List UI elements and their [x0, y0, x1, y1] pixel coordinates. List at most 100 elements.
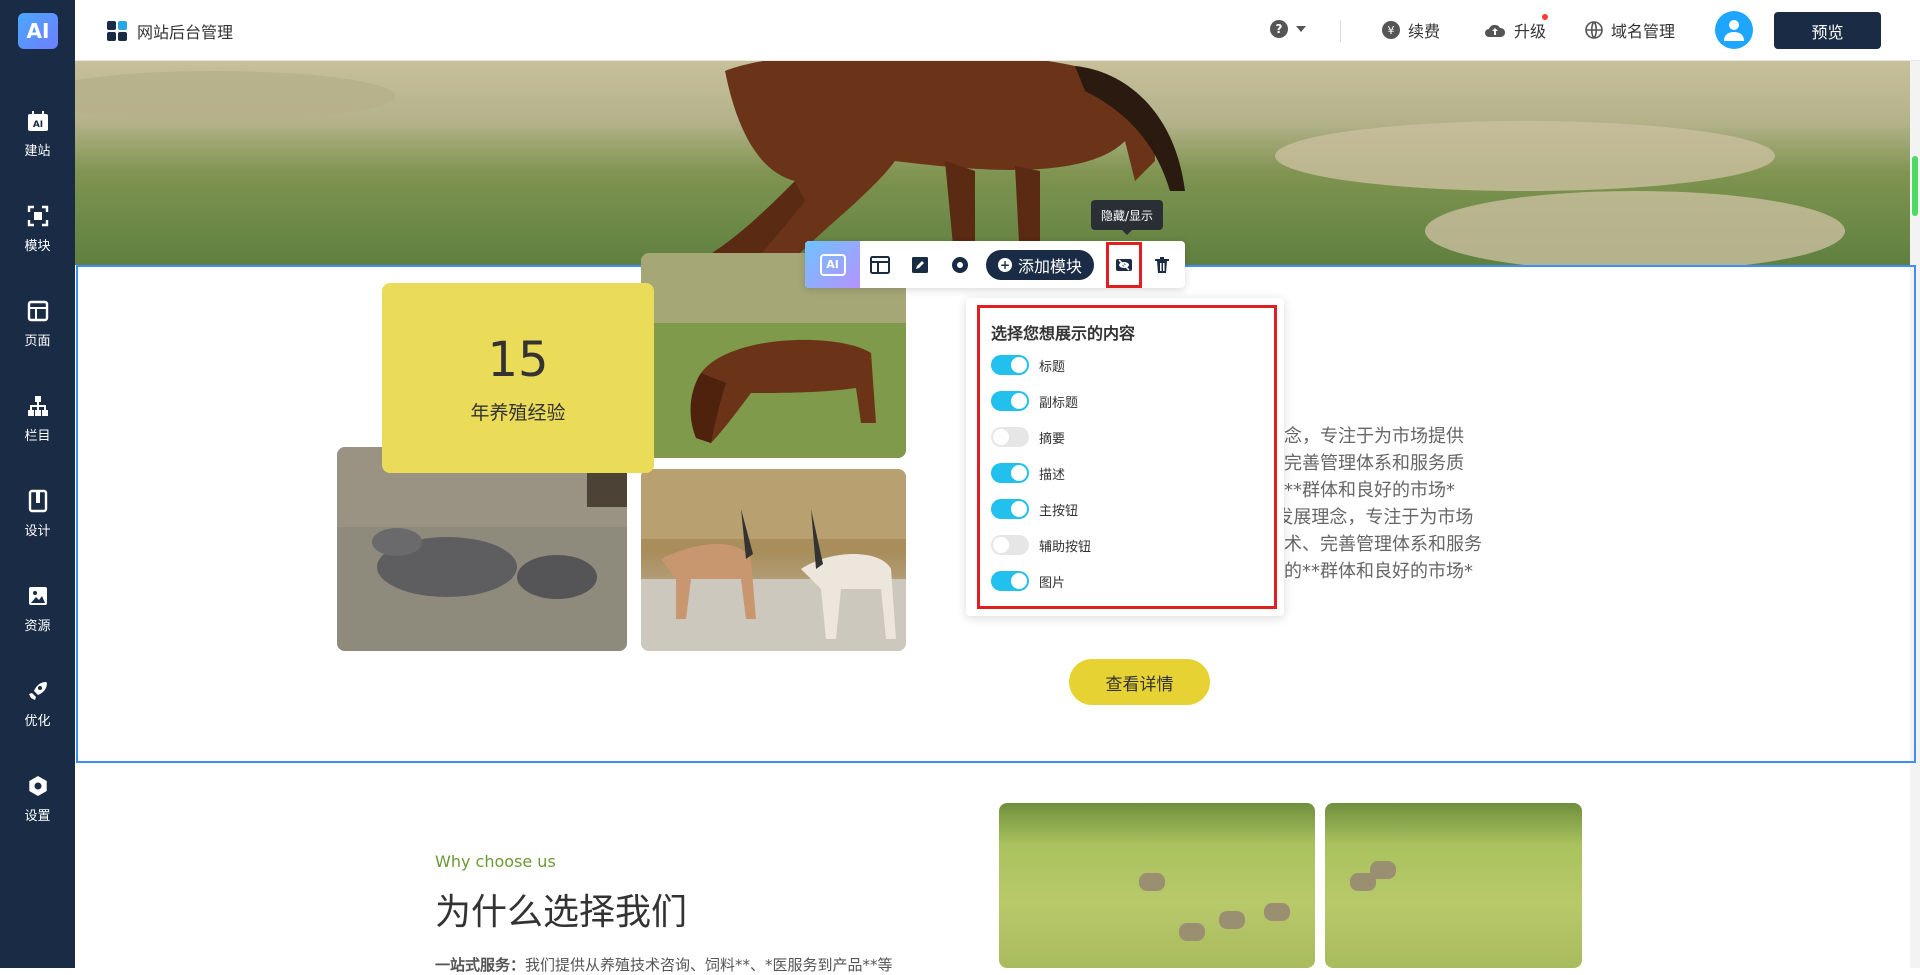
sidebar-item-resource[interactable]: 资源 [0, 573, 75, 643]
option-description: 描述 [991, 463, 1065, 483]
field-photo-2[interactable] [1325, 803, 1582, 968]
option-title: 标题 [991, 355, 1065, 375]
module-toolbar: AI + 添加模块 [805, 241, 1185, 288]
add-module-button[interactable]: + 添加模块 [986, 249, 1095, 280]
sidebar-item-column[interactable]: 栏目 [0, 383, 75, 453]
plus-icon: + [998, 257, 1012, 272]
option-summary: 摘要 [991, 427, 1065, 447]
app-title: 网站后台管理 [137, 23, 234, 42]
upgrade-label: 升级 [1514, 22, 1547, 41]
view-details-button[interactable]: 查看详情 [1069, 659, 1210, 705]
user-icon [1724, 20, 1744, 41]
ai-icon: AI [819, 253, 846, 276]
ai-site-icon: AI [25, 108, 51, 134]
popover-title: 选择您想展示的内容 [991, 324, 1136, 343]
horse-graphic [703, 61, 1185, 265]
notification-dot [1542, 14, 1548, 20]
cloud-upload-icon [1485, 24, 1506, 37]
module-icon [25, 203, 51, 229]
layout-button[interactable] [860, 241, 900, 288]
domain-button[interactable]: 域名管理 [1585, 18, 1675, 42]
domain-label: 域名管理 [1611, 22, 1676, 41]
sidebar-item-label: 页面 [24, 333, 51, 349]
avatar[interactable] [1715, 11, 1753, 49]
option-label: 辅助按钮 [1039, 539, 1092, 555]
edit-icon [912, 256, 928, 273]
option-label: 描述 [1039, 467, 1066, 483]
divider [1340, 20, 1341, 42]
app-logo[interactable]: AI [18, 13, 58, 49]
sidebar-item-page[interactable]: 页面 [0, 288, 75, 358]
sidebar-item-optimize[interactable]: 优化 [0, 668, 75, 738]
design-icon [25, 488, 51, 514]
renew-label: 续费 [1408, 22, 1441, 41]
edit-button[interactable] [900, 241, 940, 288]
eye-off-icon [1116, 258, 1133, 271]
option-primary-button: 主按钮 [991, 499, 1078, 519]
why-subtitle: Why choose us [435, 852, 556, 871]
sidebar-item-design[interactable]: 设计 [0, 478, 75, 548]
option-label: 标题 [1039, 359, 1066, 375]
antelope-photo[interactable] [641, 469, 906, 651]
layout-icon [870, 255, 890, 274]
toggle-switch[interactable] [991, 427, 1029, 447]
sidebar-item-label: 栏目 [24, 428, 51, 444]
page-icon [25, 298, 51, 324]
dashboard-icon [107, 21, 127, 41]
sidebar-item-label: 资源 [24, 618, 51, 634]
resource-icon [25, 583, 51, 609]
donkey-photo[interactable] [337, 447, 627, 651]
hero-image [75, 61, 1920, 265]
option-subtitle: 副标题 [991, 391, 1078, 411]
why-description: 一站式服务：我们提供从养殖技术咨询、饲料**、*医服务到产品**等 [435, 954, 893, 975]
sidebar: AI AI 建站 模块 页面 栏目 设计 资源 优化 设置 [0, 0, 75, 968]
option-label: 摘要 [1039, 431, 1066, 447]
toggle-switch[interactable] [991, 499, 1029, 519]
palette-icon [952, 256, 968, 273]
delete-button[interactable] [1142, 241, 1182, 288]
preview-button[interactable]: 预览 [1774, 12, 1881, 49]
hide-show-button[interactable] [1106, 241, 1143, 288]
why-desc-text: 我们提供从养殖技术咨询、饲料**、*医服务到产品**等 [525, 956, 893, 974]
sidebar-item-label: 优化 [24, 713, 51, 729]
gear-icon [25, 773, 51, 799]
why-desc-bold: 一站式服务： [435, 956, 526, 974]
ai-assist-button[interactable]: AI [805, 241, 860, 288]
globe-icon [1585, 21, 1603, 39]
chevron-down-icon [1296, 26, 1306, 32]
svg-text:¥: ¥ [1388, 24, 1395, 37]
toggle-switch[interactable] [991, 391, 1029, 411]
add-module-label: 添加模块 [1018, 256, 1083, 276]
option-label: 主按钮 [1039, 503, 1079, 519]
sitemap-icon [25, 393, 51, 419]
hide-show-tooltip: 隐藏/显示 [1091, 200, 1163, 235]
sidebar-item-label: 设置 [24, 808, 51, 824]
sidebar-item-label: 设计 [24, 523, 51, 539]
toggle-switch[interactable] [991, 535, 1029, 555]
svg-text:AI: AI [32, 120, 42, 130]
topbar: 网站后台管理 ? ¥ 续费 升级 域名管理 预览 [75, 0, 1920, 61]
why-title: 为什么选择我们 [435, 892, 688, 933]
experience-label: 年养殖经验 [470, 401, 566, 424]
rocket-icon [25, 678, 51, 704]
help-menu[interactable]: ? [1270, 20, 1306, 38]
experience-card[interactable]: 15 年养殖经验 [382, 283, 654, 473]
style-button[interactable] [940, 241, 980, 288]
field-photo-1[interactable] [999, 803, 1315, 968]
toggle-switch[interactable] [991, 571, 1029, 591]
sidebar-item-settings[interactable]: 设置 [0, 763, 75, 833]
scrollbar-thumb[interactable] [1912, 156, 1918, 216]
sidebar-item-module[interactable]: 模块 [0, 193, 75, 263]
sidebar-item-label: 建站 [24, 143, 51, 159]
toggle-switch[interactable] [991, 463, 1029, 483]
yen-icon: ¥ [1382, 21, 1400, 39]
option-secondary-button: 辅助按钮 [991, 535, 1091, 555]
option-label: 图片 [1039, 575, 1066, 591]
option-image: 图片 [991, 571, 1065, 591]
upgrade-button[interactable]: 升级 [1484, 14, 1548, 42]
sidebar-item-build[interactable]: AI 建站 [0, 98, 75, 168]
experience-years: 15 [487, 331, 549, 388]
renew-button[interactable]: ¥ 续费 [1382, 18, 1440, 42]
toggle-switch[interactable] [991, 355, 1029, 375]
brand: 网站后台管理 [107, 19, 233, 43]
